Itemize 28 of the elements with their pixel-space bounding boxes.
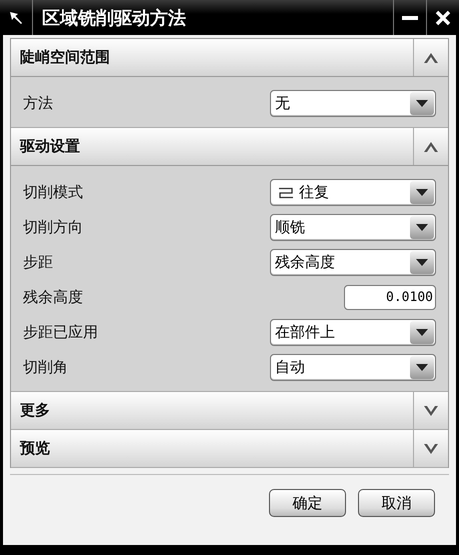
dropdown[interactable]: 残余高度: [270, 249, 436, 276]
window-title: 区域铣削驱动方法: [41, 6, 187, 30]
dropdown[interactable]: 在部件上: [270, 319, 436, 346]
section-header[interactable]: 更多: [11, 392, 448, 429]
field-label: 残余高度: [23, 288, 83, 307]
close-icon[interactable]: [435, 10, 451, 26]
chevron-up-icon: [423, 140, 439, 152]
cancel-button[interactable]: 取消: [358, 489, 435, 517]
chevron-down-icon: [423, 404, 439, 416]
dropdown[interactable]: 无: [270, 90, 436, 117]
zigzag-path-icon: [279, 186, 293, 198]
chevron-down-icon: [423, 442, 439, 454]
section-header[interactable]: 陡峭空间范围: [11, 39, 448, 76]
field-label: 步距已应用: [23, 323, 98, 342]
field-label: 步距: [23, 253, 53, 272]
section-header[interactable]: 预览: [11, 430, 448, 467]
dropdown[interactable]: 自动: [270, 354, 436, 381]
field-label: 切削角: [23, 358, 68, 377]
dropdown[interactable]: 顺铣: [270, 214, 436, 241]
dropdown[interactable]: 往复: [270, 179, 436, 206]
field-label: 方法: [23, 94, 53, 113]
field-label: 切削方向: [23, 218, 83, 237]
minimize-icon[interactable]: [402, 16, 418, 20]
ok-button[interactable]: 确定: [269, 489, 346, 517]
field-label: 切削模式: [23, 183, 83, 202]
input-field[interactable]: 0.0100: [344, 285, 436, 310]
chevron-up-icon: [423, 52, 439, 64]
section-header[interactable]: 驱动设置: [11, 128, 448, 165]
